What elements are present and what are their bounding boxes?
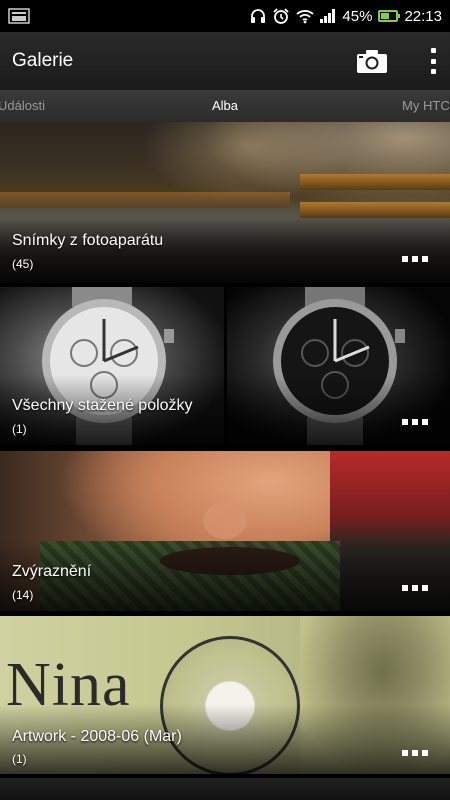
more-dot xyxy=(412,585,418,591)
battery-icon xyxy=(378,10,401,22)
album-title: Artwork - 2008-06 (Mar) xyxy=(12,728,182,745)
battery-percent: 45% xyxy=(342,7,373,25)
notification-icon xyxy=(8,8,30,24)
album-more-button[interactable] xyxy=(402,585,428,591)
album-tile-camera[interactable]: Snímky z fotoaparátu (45) xyxy=(0,122,450,283)
overflow-dot xyxy=(430,58,436,64)
clock: 22:13 xyxy=(404,7,442,25)
album-title: Zvýraznění xyxy=(12,563,92,580)
camera-icon xyxy=(357,50,387,73)
tab-my-htc[interactable]: My HTC S xyxy=(402,98,450,113)
more-dot xyxy=(422,750,428,756)
more-dot xyxy=(412,256,418,262)
more-dot xyxy=(402,585,408,591)
album-more-button[interactable] xyxy=(402,256,428,262)
album-title: Snímky z fotoaparátu xyxy=(12,232,164,249)
album-more-button[interactable] xyxy=(402,750,428,756)
wifi-icon xyxy=(296,8,315,24)
album-more-button[interactable] xyxy=(402,419,428,425)
more-dot xyxy=(402,419,408,425)
more-dot xyxy=(422,585,428,591)
more-dot xyxy=(412,419,418,425)
overflow-menu-button[interactable] xyxy=(428,48,438,74)
more-dot xyxy=(422,419,428,425)
album-tile-artwork[interactable]: Nina Artwork - 2008-06 (Mar) (1) xyxy=(0,616,450,774)
tab-albums[interactable]: Alba xyxy=(0,98,450,113)
more-dot xyxy=(422,256,428,262)
shelf-decoration xyxy=(300,174,450,190)
overflow-dot xyxy=(430,48,436,53)
album-tile-downloads[interactable]: Všechny stažené položky (1) xyxy=(0,287,450,445)
more-dot xyxy=(402,750,408,756)
camera-button[interactable] xyxy=(356,48,388,74)
headphones-icon xyxy=(250,8,266,24)
more-dot xyxy=(402,256,408,262)
shelf-decoration xyxy=(0,192,290,208)
app-bar: Galerie xyxy=(0,32,450,90)
album-tile-highlights[interactable]: Zvýraznění (14) xyxy=(0,451,450,611)
signal-icon xyxy=(320,9,336,23)
album-count: (14) xyxy=(12,588,34,602)
album-count: (1) xyxy=(12,752,27,766)
album-count: (45) xyxy=(12,257,34,271)
page-title: Galerie xyxy=(12,50,74,71)
alarm-icon xyxy=(272,7,290,25)
album-title: Všechny stažené položky xyxy=(12,397,193,414)
album-count: (1) xyxy=(12,422,27,436)
bottom-edge xyxy=(0,778,450,800)
tab-bar: Události Alba My HTC S xyxy=(0,90,450,122)
status-bar: 45% 22:13 xyxy=(0,0,450,32)
overflow-dot xyxy=(430,69,436,74)
more-dot xyxy=(412,750,418,756)
